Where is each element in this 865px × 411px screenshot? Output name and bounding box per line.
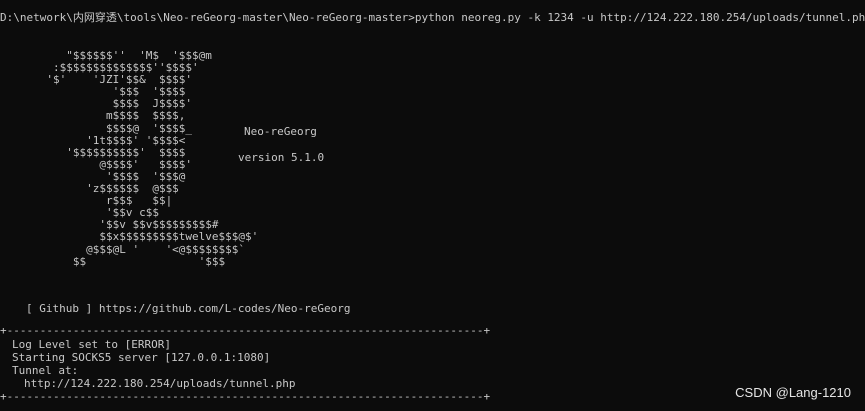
brand-name: Neo-reGeorg	[244, 125, 317, 138]
command-line: D:\network\内网穿透\tools\Neo-reGeorg-master…	[0, 11, 865, 24]
ascii-logo: "$$$$$$'' 'M$ '$$$@m :$$$$$$$$$$$$$$''$$…	[46, 49, 259, 268]
socks-server-line: Starting SOCKS5 server [127.0.0.1:1080]	[12, 351, 271, 364]
tunnel-url-line: http://124.222.180.254/uploads/tunnel.ph…	[24, 377, 296, 390]
github-line: [ Github ] https://github.com/L-codes/Ne…	[26, 302, 351, 315]
version-text: version 5.1.0	[238, 151, 325, 164]
separator-bottom: +---------------------------------------…	[0, 390, 491, 403]
terminal-window: D:\network\内网穿透\tools\Neo-reGeorg-master…	[0, 0, 865, 411]
tunnel-label-line: Tunnel at:	[12, 364, 79, 377]
watermark: CSDN @Lang-1210	[735, 384, 851, 400]
log-level-line: Log Level set to [ERROR]	[12, 338, 171, 351]
separator-top: +---------------------------------------…	[0, 324, 491, 337]
